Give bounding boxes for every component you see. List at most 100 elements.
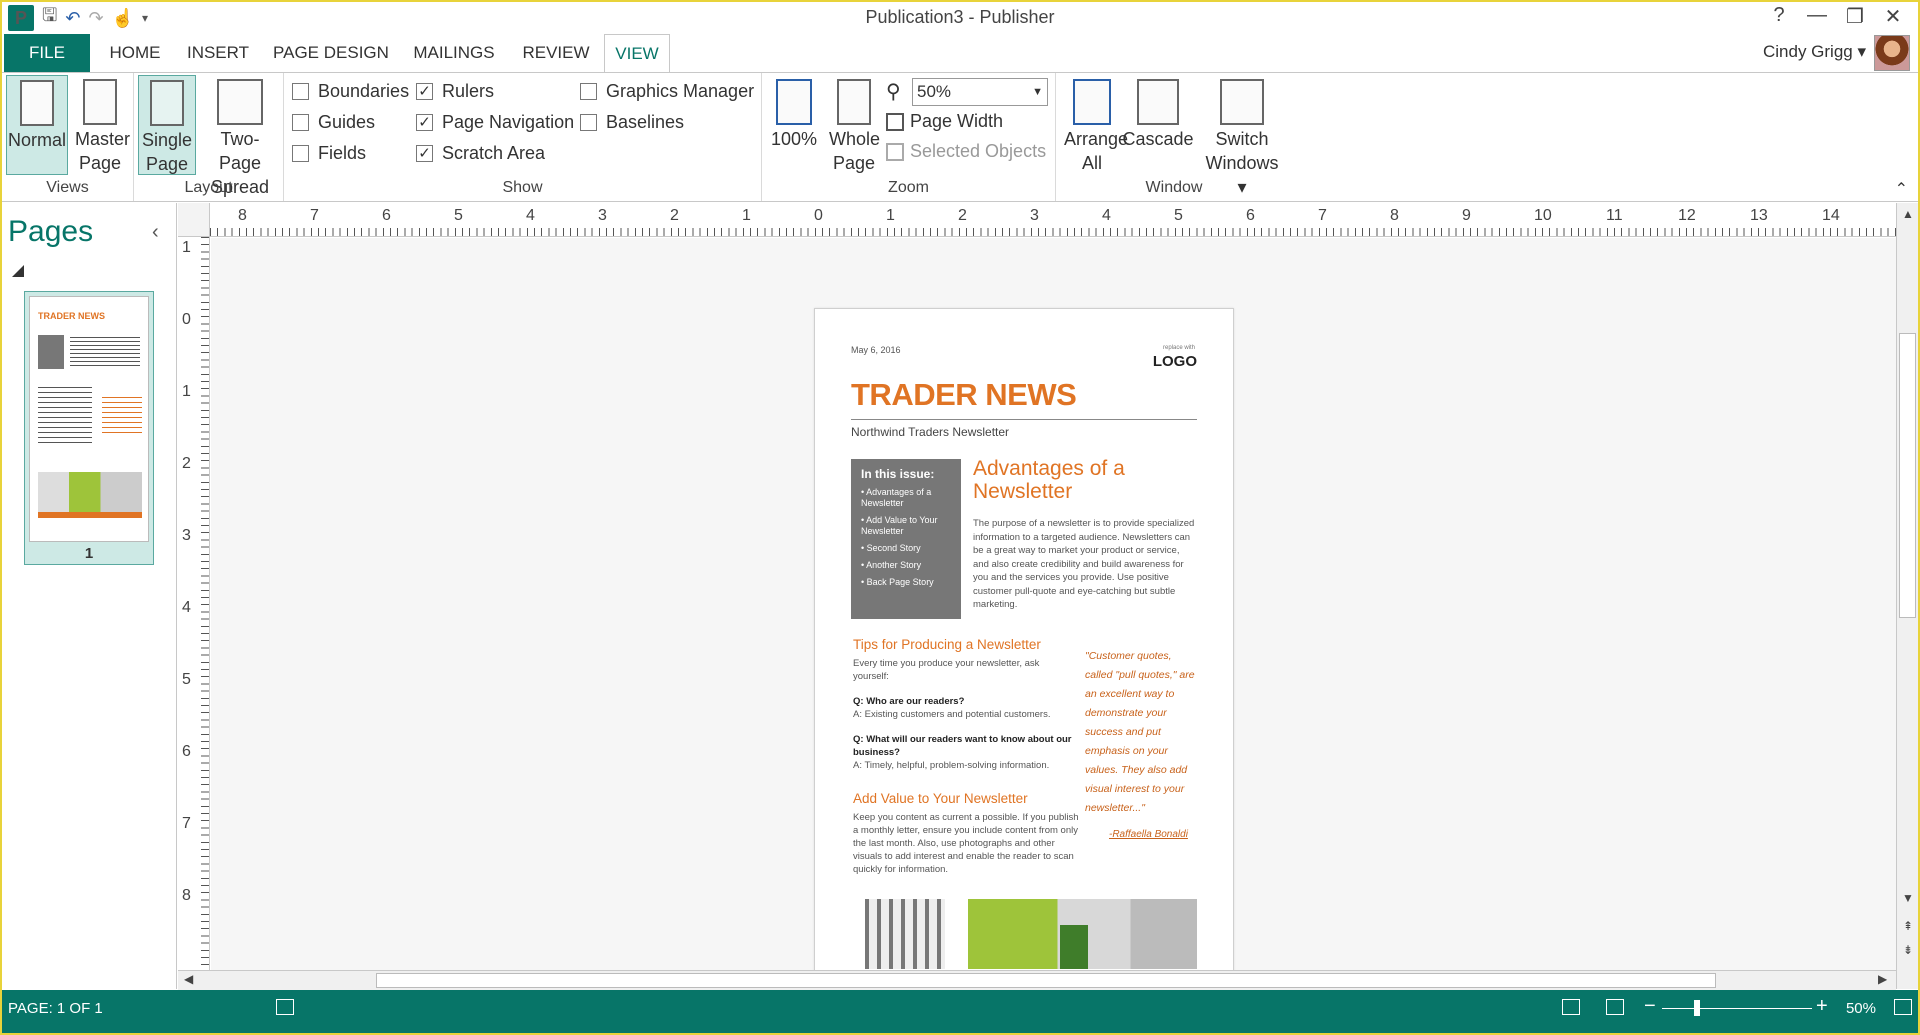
tab-page-design[interactable]: PAGE DESIGN	[268, 34, 394, 72]
vertical-scroll-thumb[interactable]	[1899, 333, 1916, 618]
newsletter-date[interactable]: May 6, 2016	[851, 345, 901, 355]
boundaries-checkbox[interactable]: Boundaries	[292, 81, 409, 102]
single-page-view-icon[interactable]	[1562, 999, 1580, 1015]
scratch-area[interactable]: May 6, 2016 replace with LOGO TRADER NEW…	[211, 238, 1896, 970]
selected-objects-button[interactable]: Selected Objects	[886, 141, 1046, 162]
avatar[interactable]	[1874, 35, 1910, 71]
master-page-button[interactable]: Master Page	[70, 75, 130, 175]
question[interactable]: Q: What will our readers want to know ab…	[853, 733, 1075, 759]
issue-item: • Second Story	[861, 543, 921, 553]
pull-quote[interactable]: "Customer quotes, called "pull quotes," …	[1085, 647, 1197, 818]
article-body[interactable]: Keep you content as current a possible. …	[853, 811, 1079, 876]
restore-icon[interactable]: ❐	[1836, 4, 1874, 29]
tab-insert[interactable]: INSERT	[180, 34, 256, 72]
title-bar: P 🖫 ↶ ↷ ☝ ▾ Publication3 - Publisher ? —…	[2, 2, 1918, 34]
thumb-text-lines	[38, 387, 92, 447]
vertical-scrollbar[interactable]: ▲ ▼ ⇞ ⇟	[1896, 203, 1918, 989]
newsletter-photo[interactable]	[865, 899, 1197, 969]
scroll-right-icon[interactable]: ▶	[1878, 972, 1887, 986]
quote-author[interactable]: -Raffaella Bonaldi	[1109, 829, 1188, 840]
page-navigation-checkbox[interactable]: ✓ Page Navigation	[416, 112, 574, 133]
section-triangle-icon[interactable]	[12, 265, 24, 277]
publication-page[interactable]: May 6, 2016 replace with LOGO TRADER NEW…	[814, 308, 1234, 970]
logo-placeholder[interactable]: LOGO	[1153, 353, 1197, 370]
newsletter-title[interactable]: TRADER NEWS	[851, 377, 1077, 413]
fields-checkbox[interactable]: Fields	[292, 143, 366, 164]
collapse-pane-icon[interactable]: ‹	[152, 221, 159, 244]
zoom-slider[interactable]	[1662, 1008, 1812, 1009]
article-body[interactable]: The purpose of a newsletter is to provid…	[973, 517, 1197, 612]
next-page-icon[interactable]: ⇟	[1897, 943, 1918, 957]
zoom-slider-knob[interactable]	[1694, 1000, 1700, 1016]
zoom-level[interactable]: 50%	[1846, 1000, 1876, 1017]
ruler-label: 8	[238, 207, 247, 224]
ruler-label: 7	[182, 815, 191, 832]
ruler-corner[interactable]	[178, 203, 210, 237]
group-views: Normal Master Page Views	[2, 73, 134, 201]
zoom-100-button[interactable]: 100%	[770, 75, 818, 151]
arrange-all-button[interactable]: Arrange All	[1062, 75, 1129, 175]
checkbox-box	[580, 114, 597, 131]
user-name[interactable]: Cindy Grigg ▾	[1763, 42, 1866, 62]
single-page-button[interactable]: Single Page	[138, 75, 196, 175]
article-heading[interactable]: Tips for Producing a Newsletter	[853, 637, 1041, 652]
tab-review[interactable]: REVIEW	[514, 34, 598, 72]
tab-view[interactable]: VIEW	[604, 34, 670, 72]
logo-caption: replace with	[1162, 345, 1195, 351]
article-heading[interactable]: Add Value to Your Newsletter	[853, 791, 1028, 806]
normal-view-button[interactable]: Normal	[6, 75, 68, 175]
macro-icon[interactable]	[276, 999, 294, 1015]
help-icon[interactable]: ?	[1760, 4, 1798, 29]
scratch-area-checkbox[interactable]: ✓ Scratch Area	[416, 143, 545, 164]
rulers-checkbox[interactable]: ✓ Rulers	[416, 81, 494, 102]
horizontal-ruler[interactable]: 8 7 6 5 4 3 2 1 0 1 2 3 4 5 6 7 8 9 10 11 12 13 14	[210, 203, 1900, 237]
issue-item: • Add Value to Your Newsletter	[861, 515, 938, 536]
views-group-label: Views	[46, 179, 89, 196]
arrange-all-icon	[1073, 79, 1111, 125]
close-icon[interactable]: ✕	[1874, 4, 1912, 29]
graphics-manager-checkbox[interactable]: Graphics Manager	[580, 81, 754, 102]
normal-page-icon	[20, 80, 54, 126]
fit-page-icon[interactable]	[1894, 999, 1912, 1015]
chevron-down-icon[interactable]: ▼	[1032, 79, 1043, 105]
layout-group-label: Layout	[184, 179, 233, 196]
ruler-label: 6	[1246, 207, 1255, 224]
page-indicator[interactable]: PAGE: 1 OF 1	[8, 1000, 103, 1017]
zoom-out-icon[interactable]: −	[1644, 995, 1656, 1018]
answer[interactable]: A: Existing customers and potential cust…	[853, 708, 1075, 721]
whole-page-button[interactable]: Whole Page	[824, 75, 884, 175]
checkbox-box	[292, 114, 309, 131]
issue-item: • Another Story	[861, 560, 922, 570]
page-width-button[interactable]: Page Width	[886, 111, 1003, 132]
scroll-down-icon[interactable]: ▼	[1897, 891, 1918, 905]
ruler-label: 2	[670, 207, 679, 224]
tab-home[interactable]: HOME	[102, 34, 168, 72]
scroll-up-icon[interactable]: ▲	[1897, 207, 1918, 221]
ruler-label: 8	[1390, 207, 1399, 224]
page-thumbnail[interactable]: TRADER NEWS 1	[24, 291, 154, 565]
newsletter-subtitle[interactable]: Northwind Traders Newsletter	[851, 425, 1009, 439]
vertical-ruler[interactable]: 1 0 1 2 3 4 5 6 7 8	[178, 237, 210, 971]
guides-checkbox[interactable]: Guides	[292, 112, 375, 133]
baselines-checkbox[interactable]: Baselines	[580, 112, 684, 133]
article-body[interactable]: Every time you produce your newsletter, …	[853, 657, 1075, 683]
two-page-view-icon[interactable]	[1606, 999, 1624, 1015]
zoom-in-icon[interactable]: +	[1816, 995, 1828, 1018]
previous-page-icon[interactable]: ⇞	[1897, 919, 1918, 933]
arrange-all-label: Arrange All	[1064, 129, 1129, 173]
scroll-left-icon[interactable]: ◀	[184, 972, 193, 986]
ruler-label: 4	[182, 599, 191, 616]
minimize-icon[interactable]: —	[1798, 4, 1836, 29]
horizontal-scroll-thumb[interactable]	[376, 973, 1716, 988]
article-heading[interactable]: Advantages of a Newsletter	[973, 457, 1193, 503]
tab-mailings[interactable]: MAILINGS	[406, 34, 502, 72]
horizontal-scrollbar[interactable]: ◀ ▶	[178, 970, 1896, 990]
switch-windows-icon	[1220, 79, 1264, 125]
question[interactable]: Q: Who are our readers?	[853, 695, 1075, 708]
cascade-button[interactable]: Cascade	[1122, 75, 1194, 151]
answer[interactable]: A: Timely, helpful, problem-solving info…	[853, 759, 1075, 772]
in-this-issue-box[interactable]: In this issue: • Advantages of a Newslet…	[851, 459, 961, 619]
collapse-ribbon-icon[interactable]: ⌃	[1895, 179, 1908, 199]
zoom-combo[interactable]: 50% ▼	[912, 78, 1048, 106]
tab-file[interactable]: FILE	[4, 34, 90, 72]
